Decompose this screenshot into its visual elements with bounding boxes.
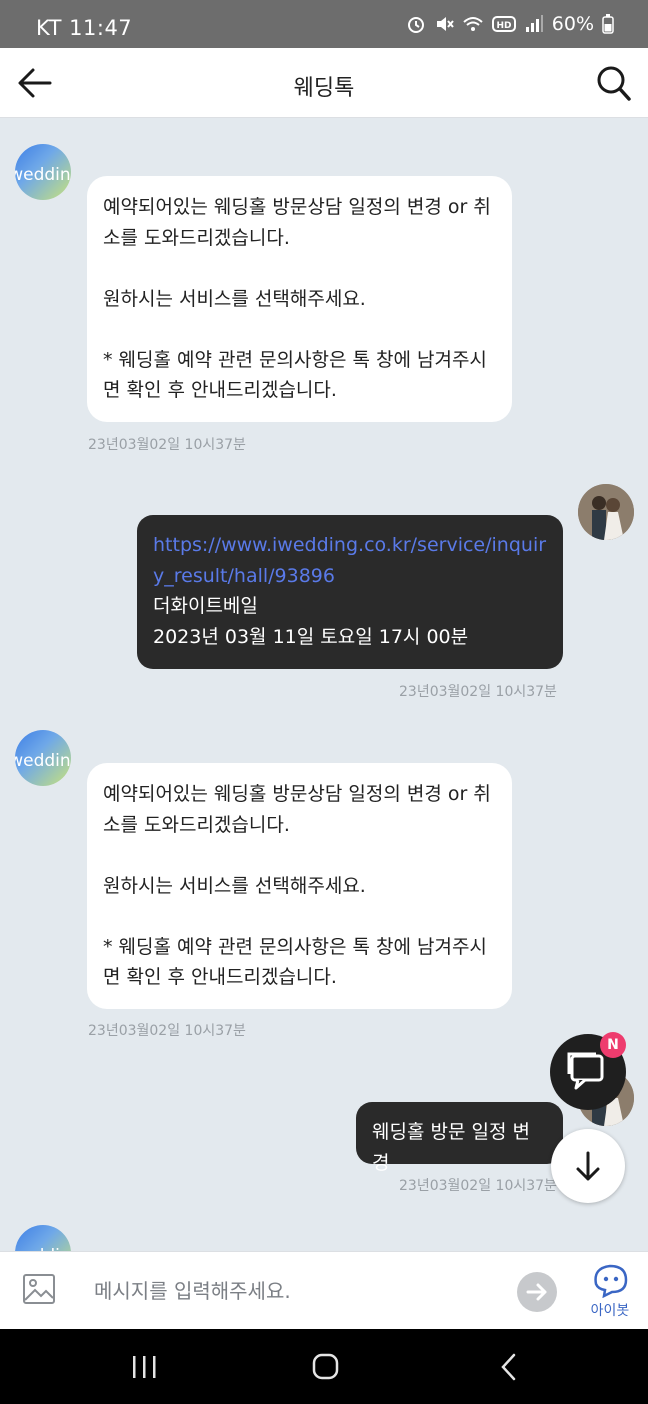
message-timestamp: 23년03월02일 10시37분 (88, 1023, 246, 1039)
home-button[interactable] (305, 1351, 345, 1383)
battery-icon (602, 14, 614, 34)
signal-icon (525, 15, 543, 32)
bot-message-bubble: 예약되어있는 웨딩홀 방문상담 일정의 변경 or 취 소를 도와드리겠습니다.… (87, 176, 512, 422)
ibot-button[interactable]: 아이봇 (582, 1262, 638, 1324)
battery-percent: 60% (551, 13, 594, 35)
bot-avatar: iwedding (15, 144, 71, 200)
scroll-down-button[interactable] (551, 1129, 625, 1203)
search-button[interactable] (596, 64, 632, 102)
hall-name: 더화이트베일 (153, 595, 258, 617)
status-bar: KT 11:47 HD 60% (0, 0, 648, 48)
send-button[interactable] (517, 1272, 557, 1312)
status-time: KT 11:47 (36, 16, 133, 40)
message-timestamp: 23년03월02일 10시37분 (88, 437, 246, 453)
user-avatar (578, 484, 634, 540)
mute-icon (436, 17, 454, 31)
status-icons: HD 60% (406, 13, 614, 35)
message-timestamp: 23년03월02일 10시37분 (399, 684, 557, 700)
search-icon (597, 66, 631, 101)
user-message-bubble: 웨딩홀 방문 일정 변경 (356, 1102, 563, 1174)
message-input-bar: 아이봇 (0, 1251, 648, 1329)
bot-logo-text: iwedding (15, 751, 71, 771)
home-icon (312, 1353, 339, 1380)
image-icon (23, 1274, 55, 1304)
page-title: 웨딩톡 (293, 76, 355, 101)
message-input[interactable] (80, 1266, 500, 1316)
new-badge: N (600, 1032, 626, 1058)
chevron-left-icon (501, 1353, 516, 1381)
reservation-datetime: 2023년 03월 11일 토요일 17시 00분 (153, 625, 469, 648)
alarm-icon (407, 17, 424, 33)
bot-logo-text: iwedding (15, 165, 71, 185)
recent-apps-icon (133, 1356, 156, 1378)
system-back-button[interactable] (488, 1351, 528, 1383)
ibot-robot-icon (594, 1264, 628, 1298)
recent-apps-button[interactable] (124, 1351, 164, 1383)
bot-avatar: iwedding (15, 1225, 71, 1251)
attach-image-button[interactable] (22, 1272, 56, 1306)
hd-icon: HD (491, 16, 516, 32)
user-message-bubble: https://www.iwedding.co.kr/service/inqui… (137, 515, 563, 669)
wifi-icon (463, 17, 483, 31)
svg-text:HD: HD (496, 21, 511, 31)
bot-avatar: iwedding (15, 730, 71, 786)
send-arrow-icon (526, 1283, 547, 1301)
bot-message-bubble: 예약되어있는 웨딩홀 방문상담 일정의 변경 or 취 소를 도와드리겠습니다.… (87, 763, 512, 1009)
arrow-down-icon (576, 1151, 600, 1181)
inquiry-link[interactable]: https://www.iwedding.co.kr/service/inqui… (153, 530, 547, 591)
ibot-label: 아이봇 (590, 1303, 630, 1319)
message-timestamp: 23년03월02일 10시37분 (399, 1178, 557, 1194)
system-nav-bar (0, 1329, 648, 1404)
header: 웨딩톡 (0, 48, 648, 118)
